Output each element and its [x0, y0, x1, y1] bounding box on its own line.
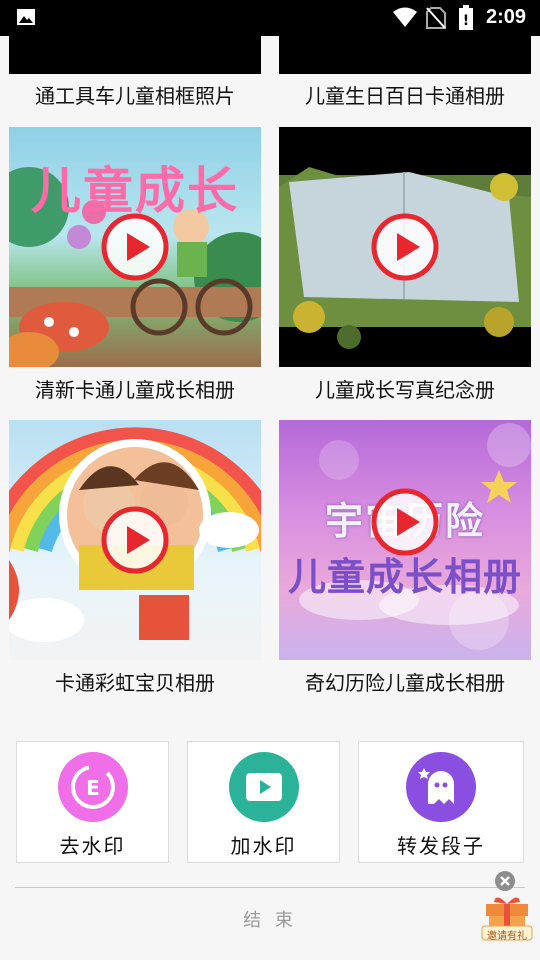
tool-label: 去水印 — [59, 834, 126, 858]
play-icon[interactable] — [101, 213, 169, 281]
divider — [15, 887, 525, 888]
invite-gift-widget[interactable]: 邀请有礼 — [478, 868, 536, 946]
remove-watermark-button[interactable]: E 去水印 — [16, 741, 169, 863]
album-caption: 儿童生日百日卡通相册 — [305, 84, 505, 108]
album-card[interactable]: 通工具车儿童相框照片 — [9, 36, 261, 110]
tool-label: 转发段子 — [397, 834, 485, 858]
tool-label: 加水印 — [230, 834, 297, 858]
watermark-remove-icon: E — [58, 752, 128, 822]
gift-label: 邀请有礼 — [487, 931, 527, 942]
no-sim-icon — [426, 7, 446, 29]
album-card[interactable]: 儿童生日百日卡通相册 — [279, 36, 531, 110]
album-thumbnail[interactable] — [9, 36, 261, 74]
album-thumbnail[interactable]: 儿童成长 — [9, 127, 261, 367]
end-of-list-text: 结 束 — [243, 910, 297, 931]
ghost-icon — [406, 752, 476, 822]
clock: 2:09 — [486, 6, 527, 28]
album-card[interactable]: 宇宙历险 儿童成长相册 奇幻历险儿童成长相册 — [279, 420, 531, 700]
album-caption: 清新卡通儿童成长相册 — [35, 378, 235, 402]
album-card[interactable]: 儿童成长 清新卡通儿童成长相册 — [9, 127, 261, 407]
play-icon[interactable] — [371, 488, 439, 556]
add-watermark-button[interactable]: 加水印 — [187, 741, 340, 863]
album-caption: 卡通彩虹宝贝相册 — [55, 671, 215, 695]
svg-text:E: E — [86, 776, 100, 800]
album-card[interactable]: 儿童成长写真纪念册 — [279, 127, 531, 407]
forward-jokes-button[interactable]: 转发段子 — [358, 741, 524, 863]
album-card[interactable]: 卡通彩虹宝贝相册 — [9, 420, 261, 700]
play-icon[interactable] — [371, 213, 439, 281]
album-caption: 儿童成长写真纪念册 — [315, 378, 495, 402]
album-thumbnail[interactable]: 宇宙历险 儿童成长相册 — [279, 420, 531, 660]
album-thumbnail[interactable] — [279, 127, 531, 367]
play-icon[interactable] — [101, 506, 169, 574]
image-notification-icon — [17, 9, 35, 25]
battery-icon: ! — [459, 5, 473, 30]
album-thumbnail[interactable] — [279, 36, 531, 74]
album-caption: 通工具车儿童相框照片 — [35, 84, 235, 108]
status-bar: ! 2:09 — [0, 0, 540, 36]
wifi-icon — [393, 7, 417, 27]
close-icon[interactable] — [494, 870, 516, 892]
album-caption: 奇幻历险儿童成长相册 — [305, 671, 505, 695]
video-play-icon — [229, 752, 299, 822]
svg-text:!: ! — [463, 13, 469, 29]
album-thumbnail[interactable] — [9, 420, 261, 660]
